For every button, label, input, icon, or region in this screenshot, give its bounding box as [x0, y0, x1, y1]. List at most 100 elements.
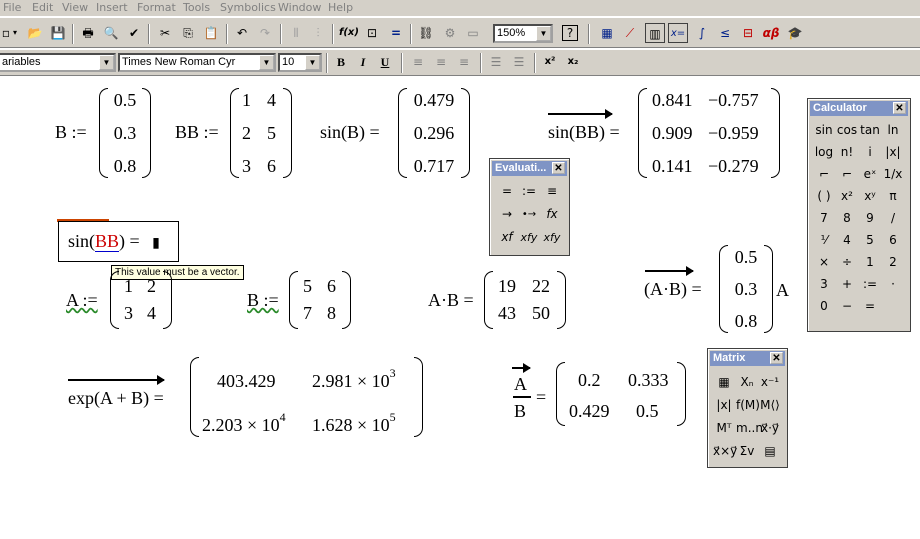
matrix-button-10[interactable]: Σv: [736, 441, 758, 462]
calculator-button-24[interactable]: ×: [813, 252, 835, 273]
programming-toolbar-icon[interactable]: ⊟: [738, 23, 758, 43]
matrix-palette[interactable]: Matrix ✕ ▦ Xₙ x⁻¹ |x| f(M) M⟨⟩ Mᵀ m..n x⃗·y⃗ x⃗×y…: [707, 348, 788, 468]
menu-insert[interactable]: Insert: [96, 1, 128, 14]
calculator-button-22[interactable]: 5: [859, 230, 881, 251]
calculator-button-9[interactable]: ⌐: [836, 164, 858, 185]
underline-button[interactable]: U: [375, 52, 395, 72]
calculator-button-20[interactable]: ⅟: [813, 230, 835, 251]
calculator-palette[interactable]: Calculator ✕ sin cos tan ln log n! i |x| ⌐ ⌐ eˣ 1/x…: [807, 98, 911, 332]
help-icon[interactable]: ?: [562, 25, 578, 41]
calculator-button-1[interactable]: cos: [836, 120, 858, 141]
calculator-button-34[interactable]: =: [859, 296, 881, 317]
evaluation-palette-title[interactable]: Evaluati... ✕: [492, 161, 567, 176]
bullets-icon[interactable]: ☰: [486, 52, 506, 72]
menu-file[interactable]: File: [3, 1, 21, 14]
menu-tools[interactable]: Tools: [183, 1, 210, 14]
style-dropdown-icon[interactable]: ▼: [99, 55, 114, 70]
calculator-button-32[interactable]: 0: [813, 296, 835, 317]
error-region[interactable]: sin(BB) = ▮: [58, 221, 179, 262]
sin-bb-error-expression[interactable]: sin(BB) = ▮: [68, 231, 160, 252]
eval-prefix-button[interactable]: fx: [541, 204, 563, 225]
eval-global-define-button[interactable]: ≡: [541, 181, 563, 202]
matrix-button-3[interactable]: |x|: [713, 395, 735, 416]
symbolic-toolbar-icon[interactable]: 🎓: [785, 23, 805, 43]
matrix-button-8[interactable]: x⃗·y⃗: [759, 418, 781, 439]
eval-equals-button[interactable]: =: [496, 181, 518, 202]
matrix-button-11[interactable]: ▤: [759, 441, 781, 462]
align-across-icon[interactable]: ⫴: [286, 23, 306, 43]
calculator-button-26[interactable]: 1: [859, 252, 881, 273]
zoom-dropdown-icon[interactable]: ▼: [536, 26, 551, 41]
align-down-icon[interactable]: ⫶: [308, 23, 328, 43]
matrix-palette-title[interactable]: Matrix ✕: [710, 351, 785, 366]
insert-unit-icon[interactable]: ⊡: [362, 23, 382, 43]
calculator-button-0[interactable]: sin: [813, 120, 835, 141]
matrix-button-0[interactable]: ▦: [713, 372, 735, 393]
evaluation-toolbar-icon[interactable]: x=: [668, 23, 688, 43]
open-folder-icon[interactable]: 📂: [25, 23, 45, 43]
calculator-button-15[interactable]: π: [882, 186, 904, 207]
matrix-button-9[interactable]: x⃗×y⃗: [713, 441, 737, 462]
calculator-button-29[interactable]: +: [836, 274, 858, 295]
greek-toolbar-icon[interactable]: αβ: [761, 23, 781, 43]
subscript-button[interactable]: x₂: [563, 52, 583, 72]
matrix-button-7[interactable]: m..n: [736, 418, 763, 439]
style-combo[interactable]: ariables ▼: [0, 53, 116, 72]
calculator-button-16[interactable]: 7: [813, 208, 835, 229]
zoom-combo[interactable]: 150% ▼: [493, 24, 553, 43]
save-disk-icon[interactable]: 💾: [48, 23, 68, 43]
calculator-button-33[interactable]: −: [836, 296, 858, 317]
boolean-toolbar-icon[interactable]: ≤: [715, 23, 735, 43]
copy-icon[interactable]: ⎘: [178, 23, 198, 43]
new-dropdown-icon[interactable]: ▾: [10, 23, 20, 43]
eval-symbolic-button[interactable]: →: [496, 204, 518, 225]
calculator-button-18[interactable]: 9: [859, 208, 881, 229]
resource-center-icon[interactable]: ▭: [463, 23, 483, 43]
calculator-button-27[interactable]: 2: [882, 252, 904, 273]
matrix-button-6[interactable]: Mᵀ: [713, 418, 735, 439]
calculator-button-6[interactable]: i: [859, 142, 881, 163]
calculator-palette-title[interactable]: Calculator ✕: [810, 101, 908, 116]
calculator-button-7[interactable]: |x|: [882, 142, 904, 163]
calculator-button-31[interactable]: ·: [882, 274, 904, 295]
numbering-icon[interactable]: ☰: [509, 52, 529, 72]
calculator-button-5[interactable]: n!: [836, 142, 858, 163]
worksheet[interactable]: B := 0.5 0.3 0.8 BB := 1 4 2 5 3 6 sin(B…: [0, 77, 920, 539]
close-icon[interactable]: ✕: [552, 162, 565, 174]
matrix-toolbar-icon[interactable]: ▥: [645, 23, 665, 43]
menu-symbolics[interactable]: Symbolics: [220, 1, 276, 14]
menu-help[interactable]: Help: [328, 1, 353, 14]
calculator-button-21[interactable]: 4: [836, 230, 858, 251]
calculus-toolbar-icon[interactable]: ∫: [692, 23, 712, 43]
close-icon[interactable]: ✕: [893, 102, 906, 114]
menu-window[interactable]: Window: [278, 1, 321, 14]
calculator-button-25[interactable]: ÷: [836, 252, 858, 273]
calculator-button-30[interactable]: :=: [859, 274, 881, 295]
eval-treefix-button[interactable]: xfy: [541, 227, 563, 248]
calculator-toolbar-icon[interactable]: ▦: [597, 23, 617, 43]
size-combo[interactable]: 10 ▼: [278, 53, 322, 72]
calculator-button-13[interactable]: x²: [836, 186, 858, 207]
italic-button[interactable]: I: [353, 52, 373, 72]
matrix-button-1[interactable]: Xₙ: [736, 372, 758, 393]
align-left-icon[interactable]: ≡: [408, 52, 428, 72]
matrix-button-2[interactable]: x⁻¹: [759, 372, 781, 393]
menu-edit[interactable]: Edit: [32, 1, 53, 14]
evaluation-palette[interactable]: Evaluati... ✕ = := ≡ → •→ fx xf xfy xfy: [489, 158, 570, 256]
calculator-button-8[interactable]: ⌐: [813, 164, 835, 185]
calculator-button-12[interactable]: ( ): [813, 186, 835, 207]
menu-format[interactable]: Format: [137, 1, 176, 14]
insert-component-icon[interactable]: ⚙: [440, 23, 460, 43]
print-preview-icon[interactable]: 🔍: [101, 23, 121, 43]
matrix-button-4[interactable]: f(M): [736, 395, 760, 416]
matrix-button-5[interactable]: M⟨⟩: [759, 395, 781, 416]
align-center-icon[interactable]: ≡: [431, 52, 451, 72]
redo-icon[interactable]: ↷: [255, 23, 275, 43]
menu-view[interactable]: View: [62, 1, 88, 14]
font-dropdown-icon[interactable]: ▼: [259, 55, 274, 70]
eval-keyword-symbolic-button[interactable]: •→: [518, 204, 540, 225]
insert-hyperlink-icon[interactable]: ⛓: [416, 23, 436, 43]
undo-icon[interactable]: ↶: [232, 23, 252, 43]
cut-icon[interactable]: ✂: [155, 23, 175, 43]
calculator-button-14[interactable]: xʸ: [859, 186, 881, 207]
